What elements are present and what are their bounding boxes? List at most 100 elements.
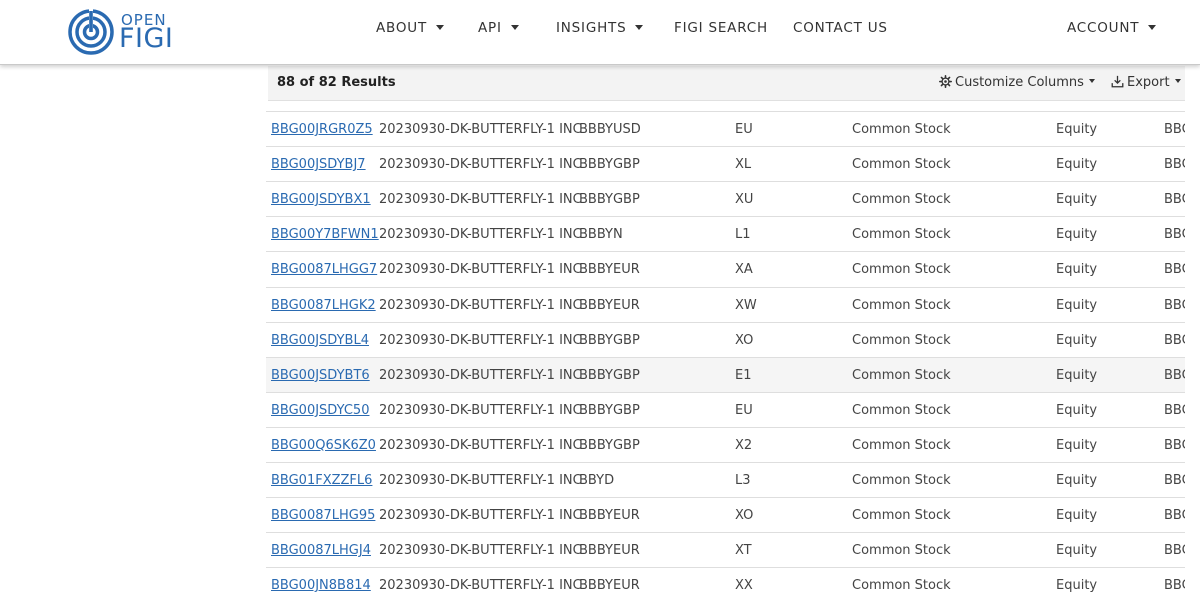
- composite-figi-cell: BBG: [1164, 402, 1185, 418]
- export-label: Export: [1127, 75, 1170, 90]
- composite-figi-cell: BBG: [1164, 437, 1185, 453]
- exchange-code-cell: L1: [735, 227, 751, 243]
- market-sector-cell: Equity: [1056, 437, 1098, 453]
- market-sector-cell: Equity: [1056, 122, 1098, 137]
- security-type-cell: Common Stock: [852, 367, 951, 383]
- table-row: BBG0087LHG95 20230930-DK-BUTTERFLY-1 INC B…: [266, 497, 1185, 533]
- composite-figi-cell: BBG: [1164, 367, 1185, 383]
- ticker-cell: BBBYGBP: [579, 192, 640, 208]
- figi-link[interactable]: BBG00Q6SK6Z0: [271, 438, 376, 453]
- nav-account[interactable]: ACCOUNT: [1067, 20, 1157, 36]
- ticker-cell: BBBYGBP: [579, 402, 640, 418]
- figi-link[interactable]: BBG00JSDYBX1: [271, 192, 371, 207]
- composite-figi-cell: BBG: [1164, 578, 1185, 594]
- nav-figi-search-label: FIGI SEARCH: [674, 20, 768, 36]
- composite-figi-cell: BBG: [1164, 297, 1185, 313]
- table-row: BBG00JSDYBX1 20230930-DK-BUTTERFLY-1 INC B…: [266, 181, 1185, 217]
- figi-link[interactable]: BBG0087LHGG7: [271, 262, 377, 277]
- nav-contact-us[interactable]: CONTACT US: [793, 20, 888, 36]
- security-type-cell: Common Stock: [852, 402, 951, 418]
- nav-api[interactable]: API: [478, 20, 519, 36]
- logo-target-icon: [68, 9, 114, 55]
- security-type-cell: Common Stock: [852, 157, 951, 173]
- figi-link[interactable]: BBG0087LHG95: [271, 508, 375, 523]
- security-type-cell: Common Stock: [852, 508, 951, 524]
- figi-link[interactable]: BBG00JSDYBT6: [271, 368, 370, 383]
- security-name-cell: 20230930-DK-BUTTERFLY-1 INC: [379, 262, 582, 278]
- figi-link[interactable]: BBG00Y7BFWN1: [271, 227, 379, 242]
- exchange-code-cell: EU: [735, 122, 753, 137]
- market-sector-cell: Equity: [1056, 332, 1098, 348]
- security-type-cell: Common Stock: [852, 437, 951, 453]
- ticker-cell: BBBYEUR: [579, 508, 640, 524]
- table-row: BBG0087LHGK2 20230930-DK-BUTTERFLY-1 INC B…: [266, 286, 1185, 323]
- results-toolbar: 88 of 82 Results Customize Columns Expor…: [268, 66, 1185, 101]
- caret-down-icon: [510, 25, 519, 30]
- security-name-cell: 20230930-DK-BUTTERFLY-1 INC: [379, 437, 582, 453]
- security-name-cell: 20230930-DK-BUTTERFLY-1 INC: [379, 157, 582, 173]
- nav-account-label: ACCOUNT: [1067, 20, 1140, 36]
- gear-icon: [939, 75, 952, 88]
- nav-contact-us-label: CONTACT US: [793, 20, 888, 36]
- exchange-code-cell: XX: [735, 578, 753, 594]
- nav-api-label: API: [478, 20, 502, 36]
- security-name-cell: 20230930-DK-BUTTERFLY-1 INC: [379, 192, 582, 208]
- security-name-cell: 20230930-DK-BUTTERFLY-1 INC: [379, 332, 582, 348]
- ticker-cell: BBBYN: [579, 227, 623, 243]
- exchange-code-cell: XL: [735, 157, 752, 173]
- market-sector-cell: Equity: [1056, 543, 1098, 559]
- market-sector-cell: Equity: [1056, 262, 1098, 278]
- customize-columns-button[interactable]: Customize Columns: [939, 75, 1095, 90]
- table-row: BBG00Y7BFWN1 20230930-DK-BUTTERFLY-1 INC B…: [266, 216, 1185, 252]
- ticker-cell: BBYD: [579, 473, 615, 488]
- exchange-code-cell: E1: [735, 367, 752, 383]
- security-type-cell: Common Stock: [852, 192, 951, 208]
- figi-link[interactable]: BBG0087LHGK2: [271, 298, 376, 313]
- figi-link[interactable]: BBG00JN8B814: [271, 578, 371, 593]
- security-name-cell: 20230930-DK-BUTTERFLY-1 INC: [379, 122, 582, 137]
- composite-figi-cell: BBG: [1164, 332, 1185, 348]
- customize-columns-label: Customize Columns: [955, 75, 1084, 90]
- figi-link[interactable]: BBG00JSDYC50: [271, 403, 369, 418]
- security-type-cell: Common Stock: [852, 332, 951, 348]
- market-sector-cell: Equity: [1056, 297, 1098, 313]
- table-row: BBG00JSDYBL4 20230930-DK-BUTTERFLY-1 INC B…: [266, 321, 1185, 358]
- exchange-code-cell: XO: [735, 508, 754, 524]
- table-row: BBG00JRGR0Z5 20230930-DK-BUTTERFLY-1 INC B…: [266, 111, 1185, 147]
- security-type-cell: Common Stock: [852, 473, 951, 488]
- exchange-code-cell: XU: [735, 192, 754, 208]
- results-count: 88 of 82 Results: [277, 75, 396, 90]
- security-name-cell: 20230930-DK-BUTTERFLY-1 INC: [379, 297, 582, 313]
- market-sector-cell: Equity: [1056, 367, 1098, 383]
- composite-figi-cell: BBG: [1164, 122, 1185, 137]
- market-sector-cell: Equity: [1056, 192, 1098, 208]
- security-type-cell: Common Stock: [852, 578, 951, 594]
- nav-figi-search[interactable]: FIGI SEARCH: [674, 20, 768, 36]
- security-type-cell: Common Stock: [852, 227, 951, 243]
- composite-figi-cell: BBG: [1164, 543, 1185, 559]
- exchange-code-cell: XA: [735, 262, 753, 278]
- market-sector-cell: Equity: [1056, 473, 1098, 488]
- export-button[interactable]: Export: [1111, 75, 1181, 90]
- market-sector-cell: Equity: [1056, 402, 1098, 418]
- security-name-cell: 20230930-DK-BUTTERFLY-1 INC: [379, 402, 582, 418]
- composite-figi-cell: BBG: [1164, 157, 1185, 173]
- security-name-cell: 20230930-DK-BUTTERFLY-1 INC: [379, 543, 582, 559]
- figi-link[interactable]: BBG0087LHGJ4: [271, 543, 371, 558]
- exchange-code-cell: EU: [735, 402, 753, 418]
- nav-about-label: ABOUT: [376, 20, 428, 36]
- security-name-cell: 20230930-DK-BUTTERFLY-1 INC: [379, 367, 582, 383]
- security-type-cell: Common Stock: [852, 122, 951, 137]
- nav-insights[interactable]: INSIGHTS: [556, 20, 644, 36]
- security-type-cell: Common Stock: [852, 543, 951, 559]
- nav-about[interactable]: ABOUT: [376, 20, 445, 36]
- figi-link[interactable]: BBG00JSDYBL4: [271, 333, 369, 348]
- exchange-code-cell: L3: [735, 473, 751, 488]
- table-row: BBG00JSDYBJ7 20230930-DK-BUTTERFLY-1 INC B…: [266, 146, 1185, 182]
- figi-link[interactable]: BBG00JRGR0Z5: [271, 122, 373, 137]
- figi-link[interactable]: BBG01FXZZFL6: [271, 473, 372, 488]
- openfigi-logo[interactable]: OPEN FIGI: [68, 7, 178, 55]
- table-row: BBG00JSDYC50 20230930-DK-BUTTERFLY-1 INC B…: [266, 391, 1185, 428]
- composite-figi-cell: BBG: [1164, 262, 1185, 278]
- figi-link[interactable]: BBG00JSDYBJ7: [271, 157, 366, 172]
